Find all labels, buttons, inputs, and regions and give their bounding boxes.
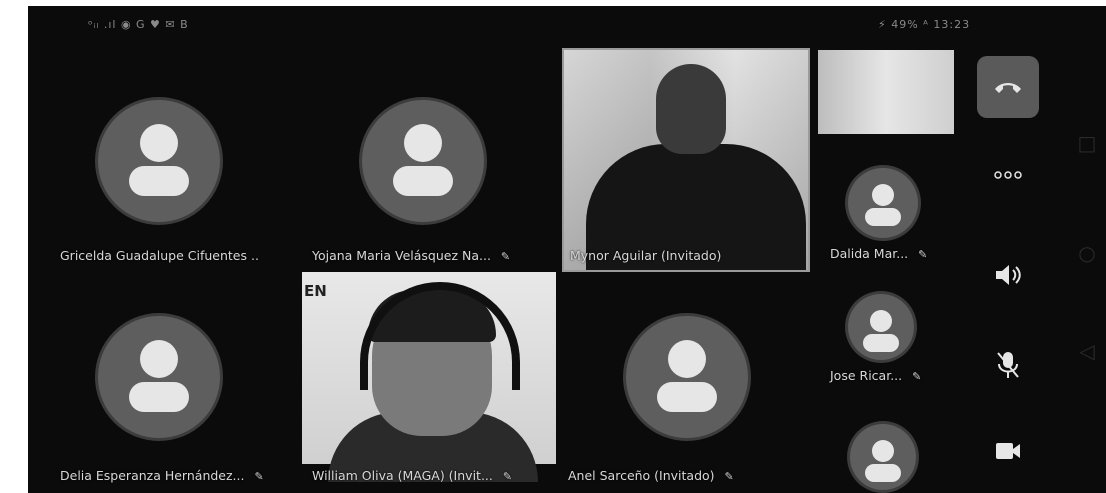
avatar-head <box>872 184 894 206</box>
mic-off-icon: ✎ <box>502 470 513 483</box>
speaker-icon <box>996 265 1021 285</box>
mic-off-icon: ✎ <box>724 470 734 483</box>
system-nav-bar: □ ○ ◁ <box>1068 0 1106 493</box>
headset <box>360 282 520 390</box>
participant-tile-mynor[interactable]: Mynor Aguilar (Invitado) <box>562 48 810 272</box>
back-button[interactable]: ◁ <box>1074 338 1100 364</box>
participant-tile-anel[interactable]: Anel Sarceño (Invitado) ✎ <box>562 272 812 493</box>
video-feed: EN <box>302 272 556 482</box>
status-right: ⚡ 49% ᴬ 13:23 <box>878 18 970 31</box>
video-feed <box>586 64 806 270</box>
participant-name-text: Mynor Aguilar (Invitado) <box>570 248 722 263</box>
participant-name-text: Jose Ricar... <box>830 368 903 383</box>
avatar-body <box>865 464 901 482</box>
avatar-head <box>140 340 178 378</box>
participant-thumbnail-video[interactable] <box>818 50 954 134</box>
mic-off-icon: ✎ <box>500 250 511 263</box>
participant-name: Jose Ricar... ✎ <box>830 368 921 383</box>
avatar <box>362 100 484 222</box>
participant-name-text: Anel Sarceño (Invitado) <box>568 468 715 483</box>
avatar-body <box>129 382 189 412</box>
participant-name: Delia Esperanza Hernández... ✎ <box>60 468 264 483</box>
avatar-head <box>140 124 178 162</box>
more-options-button[interactable] <box>977 150 1039 200</box>
participant-name: Dalida Mar... ✎ <box>830 246 927 261</box>
mic-off-icon: ✎ <box>254 470 264 483</box>
video-person-head <box>656 64 726 154</box>
participant-name: Anel Sarceño (Invitado) ✎ <box>568 468 734 483</box>
participant-tile-dalida[interactable]: Dalida Mar... ✎ <box>818 156 958 276</box>
call-controls <box>968 54 1048 493</box>
participant-tile-william[interactable]: EN William Oliva (MAGA) (Invit... ✎ <box>302 272 556 493</box>
end-call-button[interactable] <box>977 56 1039 118</box>
participant-tile-jose[interactable]: Jose Ricar... ✎ <box>818 286 958 396</box>
home-button[interactable]: ○ <box>1074 240 1100 266</box>
avatar-head <box>870 310 892 332</box>
avatar-head <box>404 124 442 162</box>
avatar <box>850 424 916 490</box>
participant-name-text: Dalida Mar... <box>830 246 909 261</box>
avatar-body <box>393 166 453 196</box>
video-wall-text: EN <box>304 282 327 300</box>
participant-name-text: Gricelda Guadalupe Cifuentes .. <box>60 248 259 263</box>
participant-name-text: Yojana Maria Velásquez Na... <box>312 248 491 263</box>
participant-tile-gricelda[interactable]: Gricelda Guadalupe Cifuentes .. <box>28 46 290 276</box>
avatar-head <box>872 440 894 462</box>
ellipsis-icon <box>994 171 1022 179</box>
mic-off-icon: ✎ <box>912 370 922 383</box>
status-left: ᵒᵢₗ .ıl ◉ G ♥ ✉ B <box>88 18 189 31</box>
meeting-window: ᵒᵢₗ .ıl ◉ G ♥ ✉ B ⚡ 49% ᴬ 13:23 Gricelda… <box>28 6 1106 493</box>
avatar-body <box>865 208 901 226</box>
participant-name: Gricelda Guadalupe Cifuentes .. <box>60 248 259 263</box>
participant-tile-yojana[interactable]: Yojana Maria Velásquez Na... ✎ <box>290 46 560 276</box>
mic-off-icon: ✎ <box>918 248 928 261</box>
avatar-body <box>657 382 717 412</box>
participant-name-text: Delia Esperanza Hernández... <box>60 468 245 483</box>
participant-name: Mynor Aguilar (Invitado) <box>570 248 721 263</box>
participant-tile-partial[interactable] <box>818 416 958 493</box>
avatar <box>98 100 220 222</box>
avatar-body <box>863 334 899 352</box>
participant-tile-delia[interactable]: Delia Esperanza Hernández... ✎ <box>28 272 290 493</box>
avatar <box>626 316 748 438</box>
avatar-body <box>129 166 189 196</box>
avatar-head <box>668 340 706 378</box>
participant-name: William Oliva (MAGA) (Invit... ✎ <box>312 468 512 483</box>
camera-button[interactable] <box>977 426 1039 476</box>
status-bar: ᵒᵢₗ .ıl ◉ G ♥ ✉ B ⚡ 49% ᴬ 13:23 <box>28 6 1106 44</box>
speaker-button[interactable] <box>977 250 1039 300</box>
avatar <box>848 294 914 360</box>
mute-button[interactable] <box>977 340 1039 390</box>
participant-name: Yojana Maria Velásquez Na... ✎ <box>312 248 510 263</box>
avatar <box>848 168 918 238</box>
mic-off-icon <box>997 352 1019 378</box>
camera-icon <box>996 443 1020 459</box>
phone-hangup-icon <box>995 83 1021 93</box>
participant-name-text: William Oliva (MAGA) (Invit... <box>312 468 493 483</box>
avatar <box>98 316 220 438</box>
status-right-text: ⚡ 49% ᴬ 13:23 <box>878 18 971 31</box>
recents-button[interactable]: □ <box>1074 130 1100 156</box>
